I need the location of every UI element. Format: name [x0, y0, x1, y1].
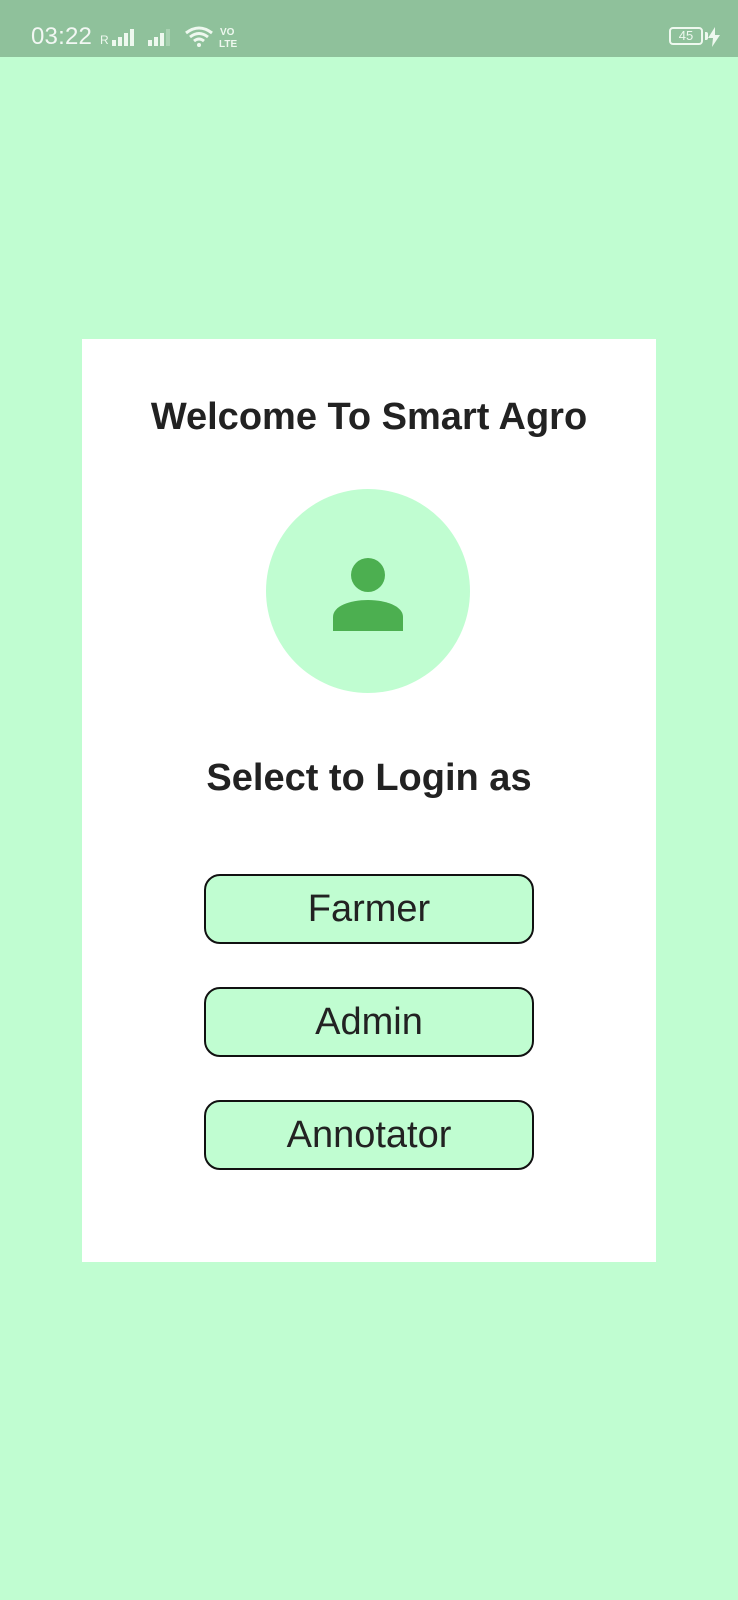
- annotator-button[interactable]: Annotator: [204, 1100, 534, 1170]
- wifi-icon: [185, 26, 213, 47]
- welcome-title: Welcome To Smart Agro: [150, 396, 588, 438]
- avatar: [266, 489, 470, 693]
- signal-bar-icon: [112, 40, 116, 46]
- admin-button[interactable]: Admin: [204, 987, 534, 1057]
- volte-icon: VO LTE: [219, 27, 237, 50]
- status-bar: 03:22 R VO LTE 45: [0, 0, 738, 57]
- battery-level: 45: [678, 28, 694, 43]
- svg-text:VO: VO: [220, 27, 235, 38]
- farmer-button[interactable]: Farmer: [204, 874, 534, 944]
- user-icon: [333, 558, 403, 631]
- login-as-heading: Select to Login as: [206, 757, 532, 799]
- svg-text:LTE: LTE: [219, 39, 237, 50]
- signal-icon: [148, 40, 152, 46]
- charging-icon: [708, 27, 720, 47]
- roaming-indicator-icon: R: [100, 33, 109, 47]
- battery-icon: 45: [669, 27, 703, 45]
- login-card: Welcome To Smart Agro Select to Login as…: [82, 339, 656, 1262]
- status-time: 03:22: [31, 23, 93, 50]
- signal-icons: R VO LTE: [100, 26, 237, 50]
